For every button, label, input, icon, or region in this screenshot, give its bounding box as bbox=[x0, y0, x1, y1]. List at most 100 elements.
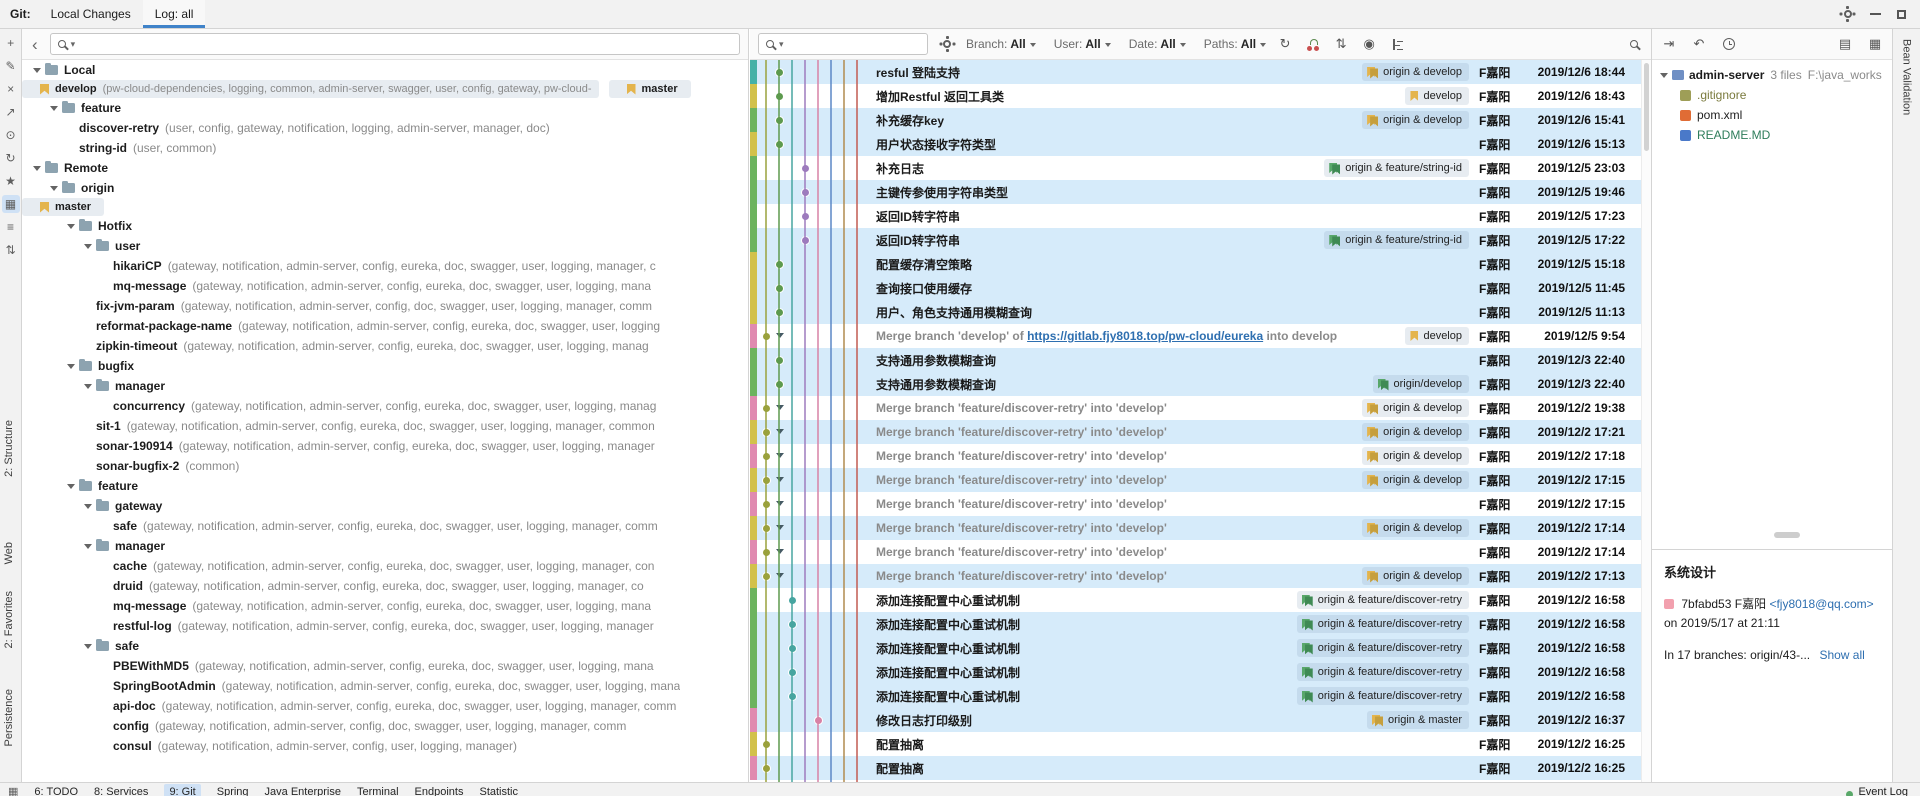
event-log-button[interactable]: Event Log bbox=[1846, 784, 1908, 796]
expand-collapse-icon[interactable] bbox=[32, 65, 43, 76]
search-options-caret-icon[interactable]: ▾ bbox=[779, 40, 784, 49]
move-icon[interactable]: ↗ bbox=[2, 103, 20, 121]
edit-icon[interactable]: ✎ bbox=[2, 57, 20, 75]
preview-diff-icon[interactable]: ◉ bbox=[1360, 36, 1378, 52]
branch-label[interactable]: origin & feature/string-id bbox=[1324, 159, 1469, 177]
branch-tree-item[interactable]: safe (gateway, notification, admin-serve… bbox=[22, 516, 748, 536]
rollback-icon[interactable]: ↶ bbox=[1690, 36, 1708, 52]
commit-row[interactable]: 修改日志打印级别 origin & master F嘉阳 2019/12/2 1… bbox=[750, 708, 1641, 732]
branch-tree-item[interactable]: develop (pw-cloud-dependencies, logging,… bbox=[22, 80, 599, 98]
find-icon[interactable]: ⊙ bbox=[2, 126, 20, 144]
branch-label[interactable]: origin/develop bbox=[1373, 375, 1470, 393]
expand-collapse-icon[interactable] bbox=[32, 163, 43, 174]
tool-stripe-label[interactable]: 2: Favorites bbox=[3, 591, 15, 648]
commit-row[interactable]: Merge branch 'feature/discover-retry' in… bbox=[750, 396, 1641, 420]
branch-tree-item[interactable]: manager bbox=[22, 376, 748, 396]
branch-tree-item[interactable]: cache (gateway, notification, admin-serv… bbox=[22, 556, 748, 576]
branch-label[interactable]: origin & feature/discover-retry bbox=[1297, 615, 1469, 633]
branch-tree-item[interactable]: zipkin-timeout (gateway, notification, a… bbox=[22, 336, 748, 356]
collapse-all-icon[interactable]: ≡ bbox=[2, 218, 20, 236]
statusbar-toolwindow-button[interactable]: Spring bbox=[217, 784, 249, 796]
delete-icon[interactable]: × bbox=[2, 80, 20, 98]
branch-tree-item[interactable]: concurrency (gateway, notification, admi… bbox=[22, 396, 748, 416]
log-filter-dropdown[interactable]: User:All bbox=[1054, 37, 1111, 51]
statusbar-toolwindow-button[interactable]: Java Enterprise bbox=[265, 784, 341, 796]
branch-label[interactable]: origin & develop bbox=[1362, 63, 1469, 81]
expand-arrow-icon[interactable] bbox=[1660, 73, 1668, 78]
commit-row[interactable]: Merge branch 'feature/discover-retry' in… bbox=[750, 516, 1641, 540]
refresh-icon[interactable]: ↻ bbox=[1276, 36, 1294, 52]
branch-label[interactable]: origin & feature/discover-retry bbox=[1297, 639, 1469, 657]
commit-row[interactable]: Merge branch 'feature/discover-retry' in… bbox=[750, 420, 1641, 444]
commit-url-link[interactable]: https://gitlab.fjy8018.top/pw-cloud/eure… bbox=[1027, 329, 1263, 343]
branch-label[interactable]: origin & develop bbox=[1362, 567, 1469, 585]
branch-tree-item[interactable]: sonar-bugfix-2 (common) bbox=[22, 456, 748, 476]
branch-tree-item[interactable]: safe bbox=[22, 636, 748, 656]
changed-file-row[interactable]: pom.xml bbox=[1652, 105, 1892, 125]
branch-tree-item[interactable]: consul (gateway, notification, admin-ser… bbox=[22, 736, 748, 756]
branch-label[interactable]: origin & develop bbox=[1362, 471, 1469, 489]
expand-collapse-icon[interactable] bbox=[83, 381, 94, 392]
branch-label[interactable]: origin & feature/discover-retry bbox=[1297, 687, 1469, 705]
changed-files-root[interactable]: admin-server 3 files F:\java_worksp bbox=[1652, 65, 1892, 85]
tool-stripe-label[interactable]: Web bbox=[3, 542, 15, 564]
expand-collapse-icon[interactable] bbox=[83, 501, 94, 512]
expand-collapse-icon[interactable] bbox=[49, 183, 60, 194]
tab-local-changes[interactable]: Local Changes bbox=[39, 0, 143, 28]
statusbar-toolwindow-button[interactable]: Terminal bbox=[357, 784, 399, 796]
files-scrollbar-thumb[interactable] bbox=[1774, 532, 1800, 538]
branch-search-field[interactable]: ▾ bbox=[50, 33, 740, 55]
commit-row[interactable]: Merge branch 'feature/discover-retry' in… bbox=[750, 540, 1641, 564]
commit-row[interactable]: 支持通用参数模糊查询 origin/develop F嘉阳 2019/12/3 … bbox=[750, 372, 1641, 396]
commit-search-input[interactable] bbox=[789, 37, 920, 51]
scrollbar-thumb[interactable] bbox=[1644, 63, 1649, 151]
intellisort-icon[interactable]: ⇅ bbox=[1332, 36, 1350, 52]
branch-tree-item[interactable]: feature bbox=[22, 98, 748, 118]
tab-log-all[interactable]: Log: all bbox=[143, 0, 206, 28]
branch-tree-item[interactable]: druid (gateway, notification, admin-serv… bbox=[22, 576, 748, 596]
commit-row[interactable]: 增加Restful 返回工具类 develop F嘉阳 2019/12/6 18… bbox=[750, 84, 1641, 108]
settings-gear-icon[interactable] bbox=[1841, 8, 1854, 21]
minimize-icon[interactable] bbox=[1870, 13, 1881, 15]
branch-tree-item[interactable]: mq-message (gateway, notification, admin… bbox=[22, 276, 748, 296]
branch-label[interactable]: origin & master bbox=[1367, 711, 1469, 729]
expand-collapse-icon[interactable] bbox=[83, 241, 94, 252]
statusbar-toolwindow-button[interactable]: Statistic bbox=[479, 784, 518, 796]
group-by-icon[interactable]: ▦ bbox=[2, 195, 20, 213]
commit-row[interactable]: 配置缓存清空策略 F嘉阳 2019/12/5 15:18 bbox=[750, 252, 1641, 276]
group-by-directory-icon[interactable]: ▤ bbox=[1836, 36, 1854, 52]
statusbar-toolwindow-button[interactable]: 6: TODO bbox=[34, 784, 78, 796]
chevron-left-icon[interactable]: ‹ bbox=[30, 36, 40, 53]
commit-search-field[interactable]: ▾ bbox=[758, 33, 928, 55]
branch-tree-item[interactable]: feature bbox=[22, 476, 748, 496]
branch-tree-item[interactable]: string-id (user, common) bbox=[22, 138, 748, 158]
branch-tree-item[interactable]: fix-jvm-param (gateway, notification, ad… bbox=[22, 296, 748, 316]
commit-row[interactable]: 添加连接配置中心重试机制 origin & feature/discover-r… bbox=[750, 636, 1641, 660]
commit-row[interactable]: 返回ID转字符串 origin & feature/string-id F嘉阳 … bbox=[750, 228, 1641, 252]
branch-tree-item[interactable]: sonar-190914 (gateway, notification, adm… bbox=[22, 436, 748, 456]
commit-row[interactable]: 查询接口使用缓存 F嘉阳 2019/12/5 11:45 bbox=[750, 276, 1641, 300]
branch-label[interactable]: develop bbox=[1405, 87, 1469, 105]
branch-label[interactable]: origin & develop bbox=[1362, 423, 1469, 441]
changed-file-row[interactable]: .gitignore bbox=[1652, 85, 1892, 105]
scroll-to-source-icon[interactable]: ⇅ bbox=[2, 241, 20, 259]
show-all-link[interactable]: Show all bbox=[1819, 648, 1864, 662]
branch-tree-item[interactable]: hikariCP (gateway, notification, admin-s… bbox=[22, 256, 748, 276]
jump-to-source-icon[interactable]: ⇥ bbox=[1660, 36, 1678, 52]
log-filter-dropdown[interactable]: Date:All bbox=[1129, 37, 1186, 51]
statusbar-toolwindow-button[interactable]: 8: Services bbox=[94, 784, 148, 796]
statusbar-toolwindow-button[interactable]: 9: Git bbox=[164, 784, 200, 796]
commit-row[interactable]: Merge branch 'feature/discover-retry' in… bbox=[750, 468, 1641, 492]
commit-row[interactable]: 返回ID转字符串 F嘉阳 2019/12/5 17:23 bbox=[750, 204, 1641, 228]
expand-collapse-icon[interactable] bbox=[83, 641, 94, 652]
search-options-caret-icon[interactable]: ▾ bbox=[71, 40, 76, 49]
expand-collapse-icon[interactable] bbox=[83, 541, 94, 552]
branch-search-input[interactable] bbox=[80, 37, 732, 51]
commit-row[interactable]: 补充日志 origin & feature/string-id F嘉阳 2019… bbox=[750, 156, 1641, 180]
commit-row[interactable]: 配置抽离 F嘉阳 2019/12/2 16:25 bbox=[750, 732, 1641, 756]
commit-row[interactable]: 配置抽离 F嘉阳 2019/12/2 16:25 bbox=[750, 756, 1641, 780]
commit-row[interactable]: 用户、角色支持通用模糊查询 F嘉阳 2019/12/5 11:13 bbox=[750, 300, 1641, 324]
branch-tree-item[interactable]: origin bbox=[22, 178, 748, 198]
branch-tree-item[interactable]: user bbox=[22, 236, 748, 256]
go-to-hash-icon[interactable] bbox=[1625, 40, 1643, 48]
